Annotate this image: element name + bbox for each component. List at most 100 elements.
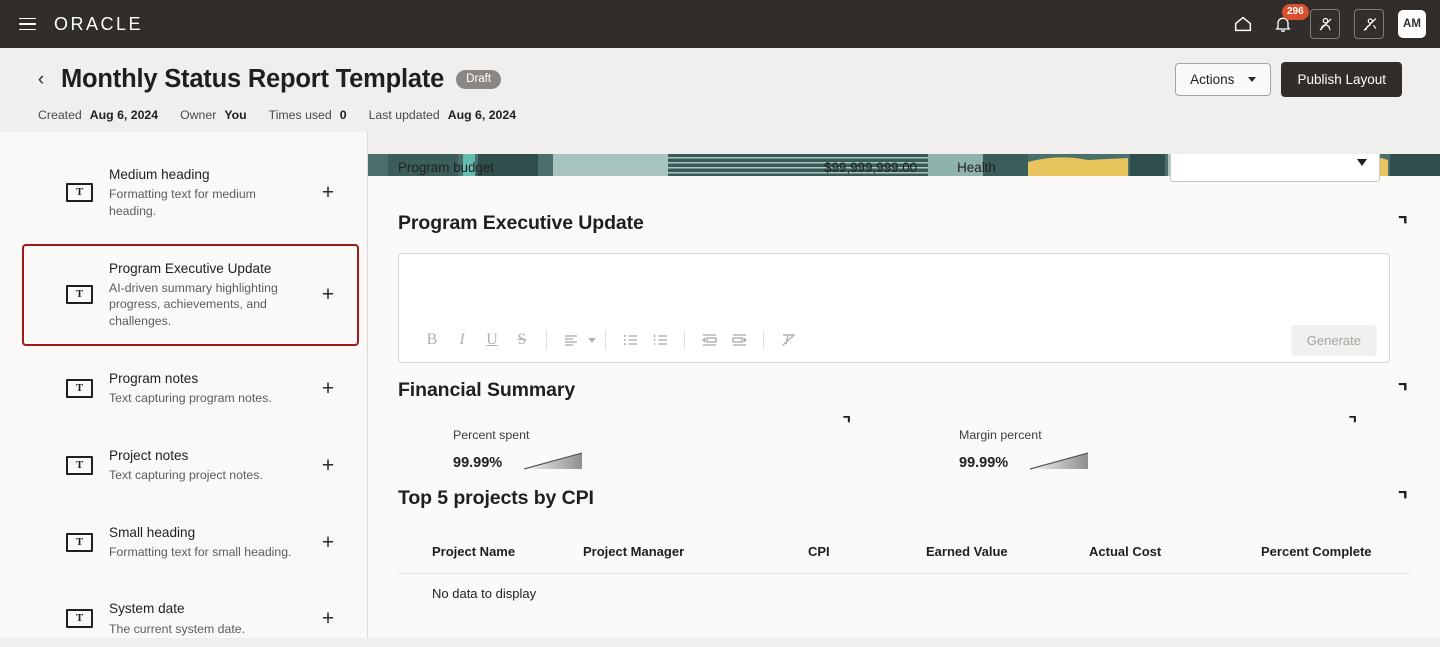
- text-component-icon: T: [66, 532, 93, 552]
- plus-icon[interactable]: +: [317, 377, 339, 399]
- sidebar-item-description: The current system date.: [109, 621, 246, 636]
- metadata-row: Created Aug 6, 2024 Owner You Times used…: [38, 108, 1402, 122]
- section-header: Program Executive Update: [398, 196, 1410, 235]
- plus-icon[interactable]: +: [317, 182, 339, 204]
- table-header-row: Project Name Project Manager CPI Earned …: [398, 534, 1410, 574]
- table-header: Project Name Project Manager CPI Earned …: [398, 534, 1410, 574]
- column-header-actual-cost[interactable]: Actual Cost: [1089, 534, 1261, 574]
- column-header-project-name[interactable]: Project Name: [398, 534, 583, 574]
- sidebar-item-project-notes[interactable]: T Project notes Text capturing project n…: [22, 431, 359, 500]
- report-canvas: Program budget $99,999,999.00 Health Pro…: [368, 154, 1440, 638]
- meta-label-created: Created: [38, 108, 82, 122]
- bell-icon[interactable]: 296: [1270, 4, 1309, 37]
- table-row: No data to display: [398, 574, 1410, 601]
- italic-button[interactable]: I: [447, 325, 477, 355]
- column-header-earned-value[interactable]: Earned Value: [926, 534, 1089, 574]
- sidebar-item-program-executive-update[interactable]: T Program Executive Update AI-driven sum…: [22, 243, 359, 346]
- meta-value-created: Aug 6, 2024: [89, 108, 159, 122]
- toolbar-divider: [546, 330, 547, 350]
- program-budget-row: Program budget $99,999,999.00 Health: [368, 154, 1440, 196]
- chevron-icon[interactable]: [1347, 414, 1358, 432]
- plus-icon[interactable]: +: [317, 531, 339, 553]
- clear-format-button[interactable]: [773, 325, 803, 355]
- actions-button-label: Actions: [1190, 72, 1235, 87]
- health-select[interactable]: [1170, 154, 1380, 182]
- sidebar-item-title: Program notes: [109, 370, 199, 386]
- indent-button[interactable]: [724, 325, 754, 355]
- header-actions: Actions Publish Layout: [1175, 62, 1402, 97]
- toolbar-divider: [684, 330, 685, 350]
- toolbar-divider: [763, 330, 764, 350]
- chevron-down-icon[interactable]: [588, 337, 596, 343]
- hamburger-icon[interactable]: [10, 7, 44, 41]
- strikethrough-button[interactable]: S: [507, 325, 537, 355]
- sparkline-icon: [524, 452, 583, 470]
- sidebar-item-title: Small heading: [109, 524, 196, 540]
- outdent-button[interactable]: [694, 325, 724, 355]
- avatar[interactable]: AM: [1398, 10, 1426, 38]
- sidebar-item-text: Project notes Text capturing project not…: [109, 447, 317, 484]
- page-sub-header: ‹ Monthly Status Report Template Draft A…: [0, 48, 1440, 132]
- chevron-icon[interactable]: [1394, 382, 1410, 399]
- status-badge: Draft: [456, 70, 502, 89]
- underline-button[interactable]: U: [477, 325, 507, 355]
- empty-state-message: No data to display: [432, 586, 537, 601]
- numbered-list-button[interactable]: [645, 325, 675, 355]
- editor-textarea[interactable]: [399, 254, 1389, 318]
- metric-margin-percent: Margin percent 99.99%: [904, 415, 1410, 471]
- generate-button[interactable]: Generate: [1290, 324, 1377, 356]
- section-title: Financial Summary: [398, 379, 576, 401]
- body-wrapper: T Medium heading Formatting text for med…: [0, 132, 1440, 638]
- text-component-icon: T: [66, 183, 93, 203]
- program-budget-label: Program budget: [398, 160, 495, 175]
- top-projects-table-wrapper: Project Name Project Manager CPI Earned …: [398, 534, 1410, 601]
- page-title: Monthly Status Report Template: [61, 65, 445, 93]
- section-program-executive-update: Program Executive Update B I U S Generat…: [368, 196, 1440, 363]
- actions-button[interactable]: Actions: [1175, 63, 1272, 96]
- toolbar-divider: [605, 330, 606, 350]
- sidebar-item-small-heading[interactable]: T Small heading Formatting text for smal…: [22, 508, 359, 577]
- section-title: Program Executive Update: [398, 212, 644, 234]
- chevron-icon[interactable]: [1394, 215, 1410, 232]
- metric-value: 99.99%: [959, 455, 1009, 471]
- align-button[interactable]: [556, 325, 586, 355]
- table-body: No data to display: [398, 574, 1410, 601]
- plus-icon[interactable]: +: [317, 284, 339, 306]
- metric-value: 99.99%: [453, 455, 503, 471]
- plus-icon[interactable]: +: [317, 454, 339, 476]
- rich-text-editor[interactable]: B I U S Generate: [398, 253, 1390, 363]
- bold-button[interactable]: B: [417, 325, 447, 355]
- component-palette-sidebar[interactable]: T Medium heading Formatting text for med…: [0, 132, 368, 638]
- sidebar-item-text: Program notes Text capturing program not…: [109, 370, 317, 407]
- sidebar-item-system-date[interactable]: T System date The current system date. +: [22, 584, 359, 638]
- home-icon[interactable]: [1230, 11, 1256, 37]
- chevron-icon[interactable]: [841, 414, 852, 432]
- publish-layout-button[interactable]: Publish Layout: [1281, 62, 1402, 97]
- sidebar-item-title: Medium heading: [109, 167, 210, 182]
- sidebar-item-title: Program Executive Update: [109, 260, 272, 276]
- sidebar-item-program-notes[interactable]: T Program notes Text capturing program n…: [22, 354, 359, 423]
- meta-label-last-updated: Last updated: [368, 108, 440, 122]
- column-header-cpi[interactable]: CPI: [808, 534, 926, 574]
- chevron-icon[interactable]: [1394, 490, 1410, 507]
- sidebar-item-text: Small heading Formatting text for small …: [109, 524, 317, 561]
- column-header-percent-complete[interactable]: Percent Complete: [1261, 534, 1410, 574]
- person-off-icon[interactable]: [1310, 9, 1340, 39]
- oracle-logo: ORACLE: [54, 13, 144, 34]
- meta-label-owner: Owner: [180, 108, 217, 122]
- person-slash-icon[interactable]: [1354, 9, 1384, 39]
- sidebar-item-description: Text capturing project notes.: [109, 467, 263, 482]
- plus-icon[interactable]: +: [317, 608, 339, 630]
- health-label: Health: [957, 160, 996, 175]
- section-top-projects: Top 5 projects by CPI Project Name Proje…: [368, 471, 1440, 601]
- canvas-scrollbar[interactable]: [1436, 154, 1440, 638]
- sidebar-item-medium-heading[interactable]: T Medium heading Formatting text for med…: [22, 150, 359, 236]
- metric-body: 99.99%: [959, 447, 1410, 471]
- sidebar-item-description: AI-driven summary highlighting progress,…: [109, 280, 278, 329]
- back-chevron-icon[interactable]: ‹: [30, 69, 52, 91]
- column-header-project-manager[interactable]: Project Manager: [583, 534, 808, 574]
- bullet-list-button[interactable]: [615, 325, 645, 355]
- global-header: ORACLE 296 AM: [0, 0, 1440, 48]
- sidebar-item-text: Medium heading Formatting text for mediu…: [109, 166, 317, 220]
- text-component-icon: T: [66, 378, 93, 398]
